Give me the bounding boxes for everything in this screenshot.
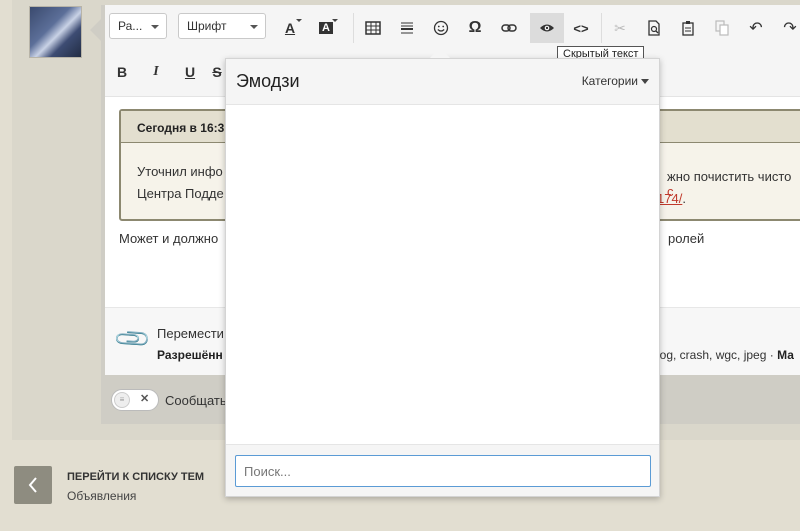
special-chars-button[interactable]: Ω bbox=[458, 13, 492, 43]
insert-table-button[interactable] bbox=[356, 13, 390, 43]
underline-icon: U bbox=[184, 64, 196, 80]
background-color-icon: A bbox=[319, 22, 333, 34]
code-brackets-icon: <> bbox=[573, 20, 589, 36]
close-icon: ✕ bbox=[140, 393, 150, 405]
paste-button[interactable] bbox=[671, 13, 705, 43]
allowed-types-label: Разрешённ bbox=[157, 348, 223, 362]
toolbar-divider bbox=[601, 13, 602, 43]
chevron-left-icon bbox=[28, 477, 37, 493]
paragraph-format-label: Ра... bbox=[118, 19, 143, 33]
horizontal-rule-button[interactable] bbox=[390, 13, 424, 43]
copy-button[interactable] bbox=[705, 13, 739, 43]
emoji-search-input[interactable] bbox=[235, 455, 651, 487]
strikethrough-button[interactable]: S bbox=[207, 57, 227, 87]
toggle-knob-icon: ≡ bbox=[114, 392, 130, 408]
undo-button[interactable]: ↶ bbox=[739, 13, 773, 43]
chevron-down-icon bbox=[250, 25, 258, 29]
insert-link-button[interactable] bbox=[492, 13, 526, 43]
source-code-button[interactable]: <> bbox=[564, 13, 598, 43]
italic-button[interactable]: I bbox=[139, 57, 173, 87]
attach-instruction[interactable]: Перемести bbox=[157, 326, 224, 341]
bold-icon: B bbox=[116, 64, 128, 80]
post-text-end: ролей bbox=[668, 231, 705, 246]
special-chars-icon: Ω bbox=[468, 19, 482, 36]
emoji-panel: Эмодзи Категории bbox=[225, 58, 660, 497]
back-to-topics-subtitle[interactable]: Объявления bbox=[67, 489, 136, 503]
back-to-topics-button[interactable] bbox=[14, 466, 52, 504]
find-button[interactable] bbox=[637, 13, 671, 43]
hidden-text-button[interactable] bbox=[530, 13, 564, 43]
quote-line-2-end: 174/. bbox=[657, 191, 686, 206]
quote-line-2-end-text: . bbox=[682, 191, 686, 206]
chevron-down-icon bbox=[332, 19, 338, 22]
back-to-topics-title[interactable]: ПЕРЕЙТИ К СПИСКУ ТЕМ bbox=[67, 471, 204, 483]
underline-button[interactable]: U bbox=[173, 57, 207, 87]
emoji-panel-title: Эмодзи bbox=[236, 71, 300, 91]
table-icon bbox=[365, 21, 381, 35]
emoji-panel-pointer bbox=[430, 48, 450, 58]
italic-icon: I bbox=[153, 64, 159, 79]
strikethrough-icon: S bbox=[212, 64, 222, 80]
quote-link[interactable]: 174/ bbox=[657, 191, 682, 206]
chevron-down-icon bbox=[641, 79, 649, 85]
emoji-categories-label: Категории bbox=[581, 74, 638, 88]
find-document-icon bbox=[648, 20, 660, 36]
redo-button[interactable]: ↷ bbox=[773, 13, 800, 43]
eye-icon bbox=[540, 24, 554, 32]
font-family-label: Шрифт bbox=[187, 19, 227, 33]
allowed-types-list: log, crash, wgc, jpeg · Ма bbox=[657, 348, 794, 362]
link-icon bbox=[501, 24, 517, 32]
cut-button[interactable]: ✂ bbox=[603, 13, 637, 43]
emoji-button[interactable] bbox=[424, 13, 458, 43]
allowed-types-tail-bold: Ма bbox=[777, 348, 794, 362]
chevron-down-icon bbox=[151, 25, 159, 29]
emoji-list bbox=[226, 105, 659, 445]
notify-toggle[interactable]: ≡ ✕ bbox=[111, 389, 159, 411]
emoji-categories-dropdown[interactable]: Категории bbox=[582, 74, 649, 88]
notify-toggle-label: Сообщать bbox=[165, 393, 227, 408]
undo-icon: ↶ bbox=[749, 20, 763, 37]
horizontal-rule-icon bbox=[401, 22, 413, 34]
quote-line-1-end: жно почистить чисто с bbox=[667, 169, 800, 199]
emoji-panel-footer bbox=[226, 444, 659, 496]
emoji-icon bbox=[433, 20, 449, 36]
chevron-down-icon bbox=[296, 19, 302, 22]
quote-line-1-end-text: жно почистить чисто bbox=[667, 169, 792, 184]
scissors-icon: ✂ bbox=[614, 19, 626, 36]
font-family-select[interactable]: Шрифт bbox=[178, 13, 266, 39]
bold-button[interactable]: B bbox=[105, 57, 139, 87]
background-color-button[interactable]: A bbox=[309, 13, 343, 43]
paragraph-format-select[interactable]: Ра... bbox=[109, 13, 167, 39]
user-avatar[interactable] bbox=[29, 6, 82, 58]
clipboard-icon bbox=[682, 21, 694, 36]
copy-icon bbox=[715, 20, 729, 36]
text-color-icon: A bbox=[284, 20, 296, 36]
redo-icon: ↷ bbox=[783, 20, 797, 37]
allowed-types-tail: log, crash, wgc, jpeg · bbox=[657, 348, 778, 362]
text-color-button[interactable]: A bbox=[273, 13, 307, 43]
post-text-start: Может и должно bbox=[119, 231, 219, 246]
toolbar-divider bbox=[353, 13, 354, 43]
emoji-panel-header: Эмодзи Категории bbox=[226, 59, 659, 105]
paperclip-icon[interactable]: 📎 bbox=[112, 319, 154, 361]
